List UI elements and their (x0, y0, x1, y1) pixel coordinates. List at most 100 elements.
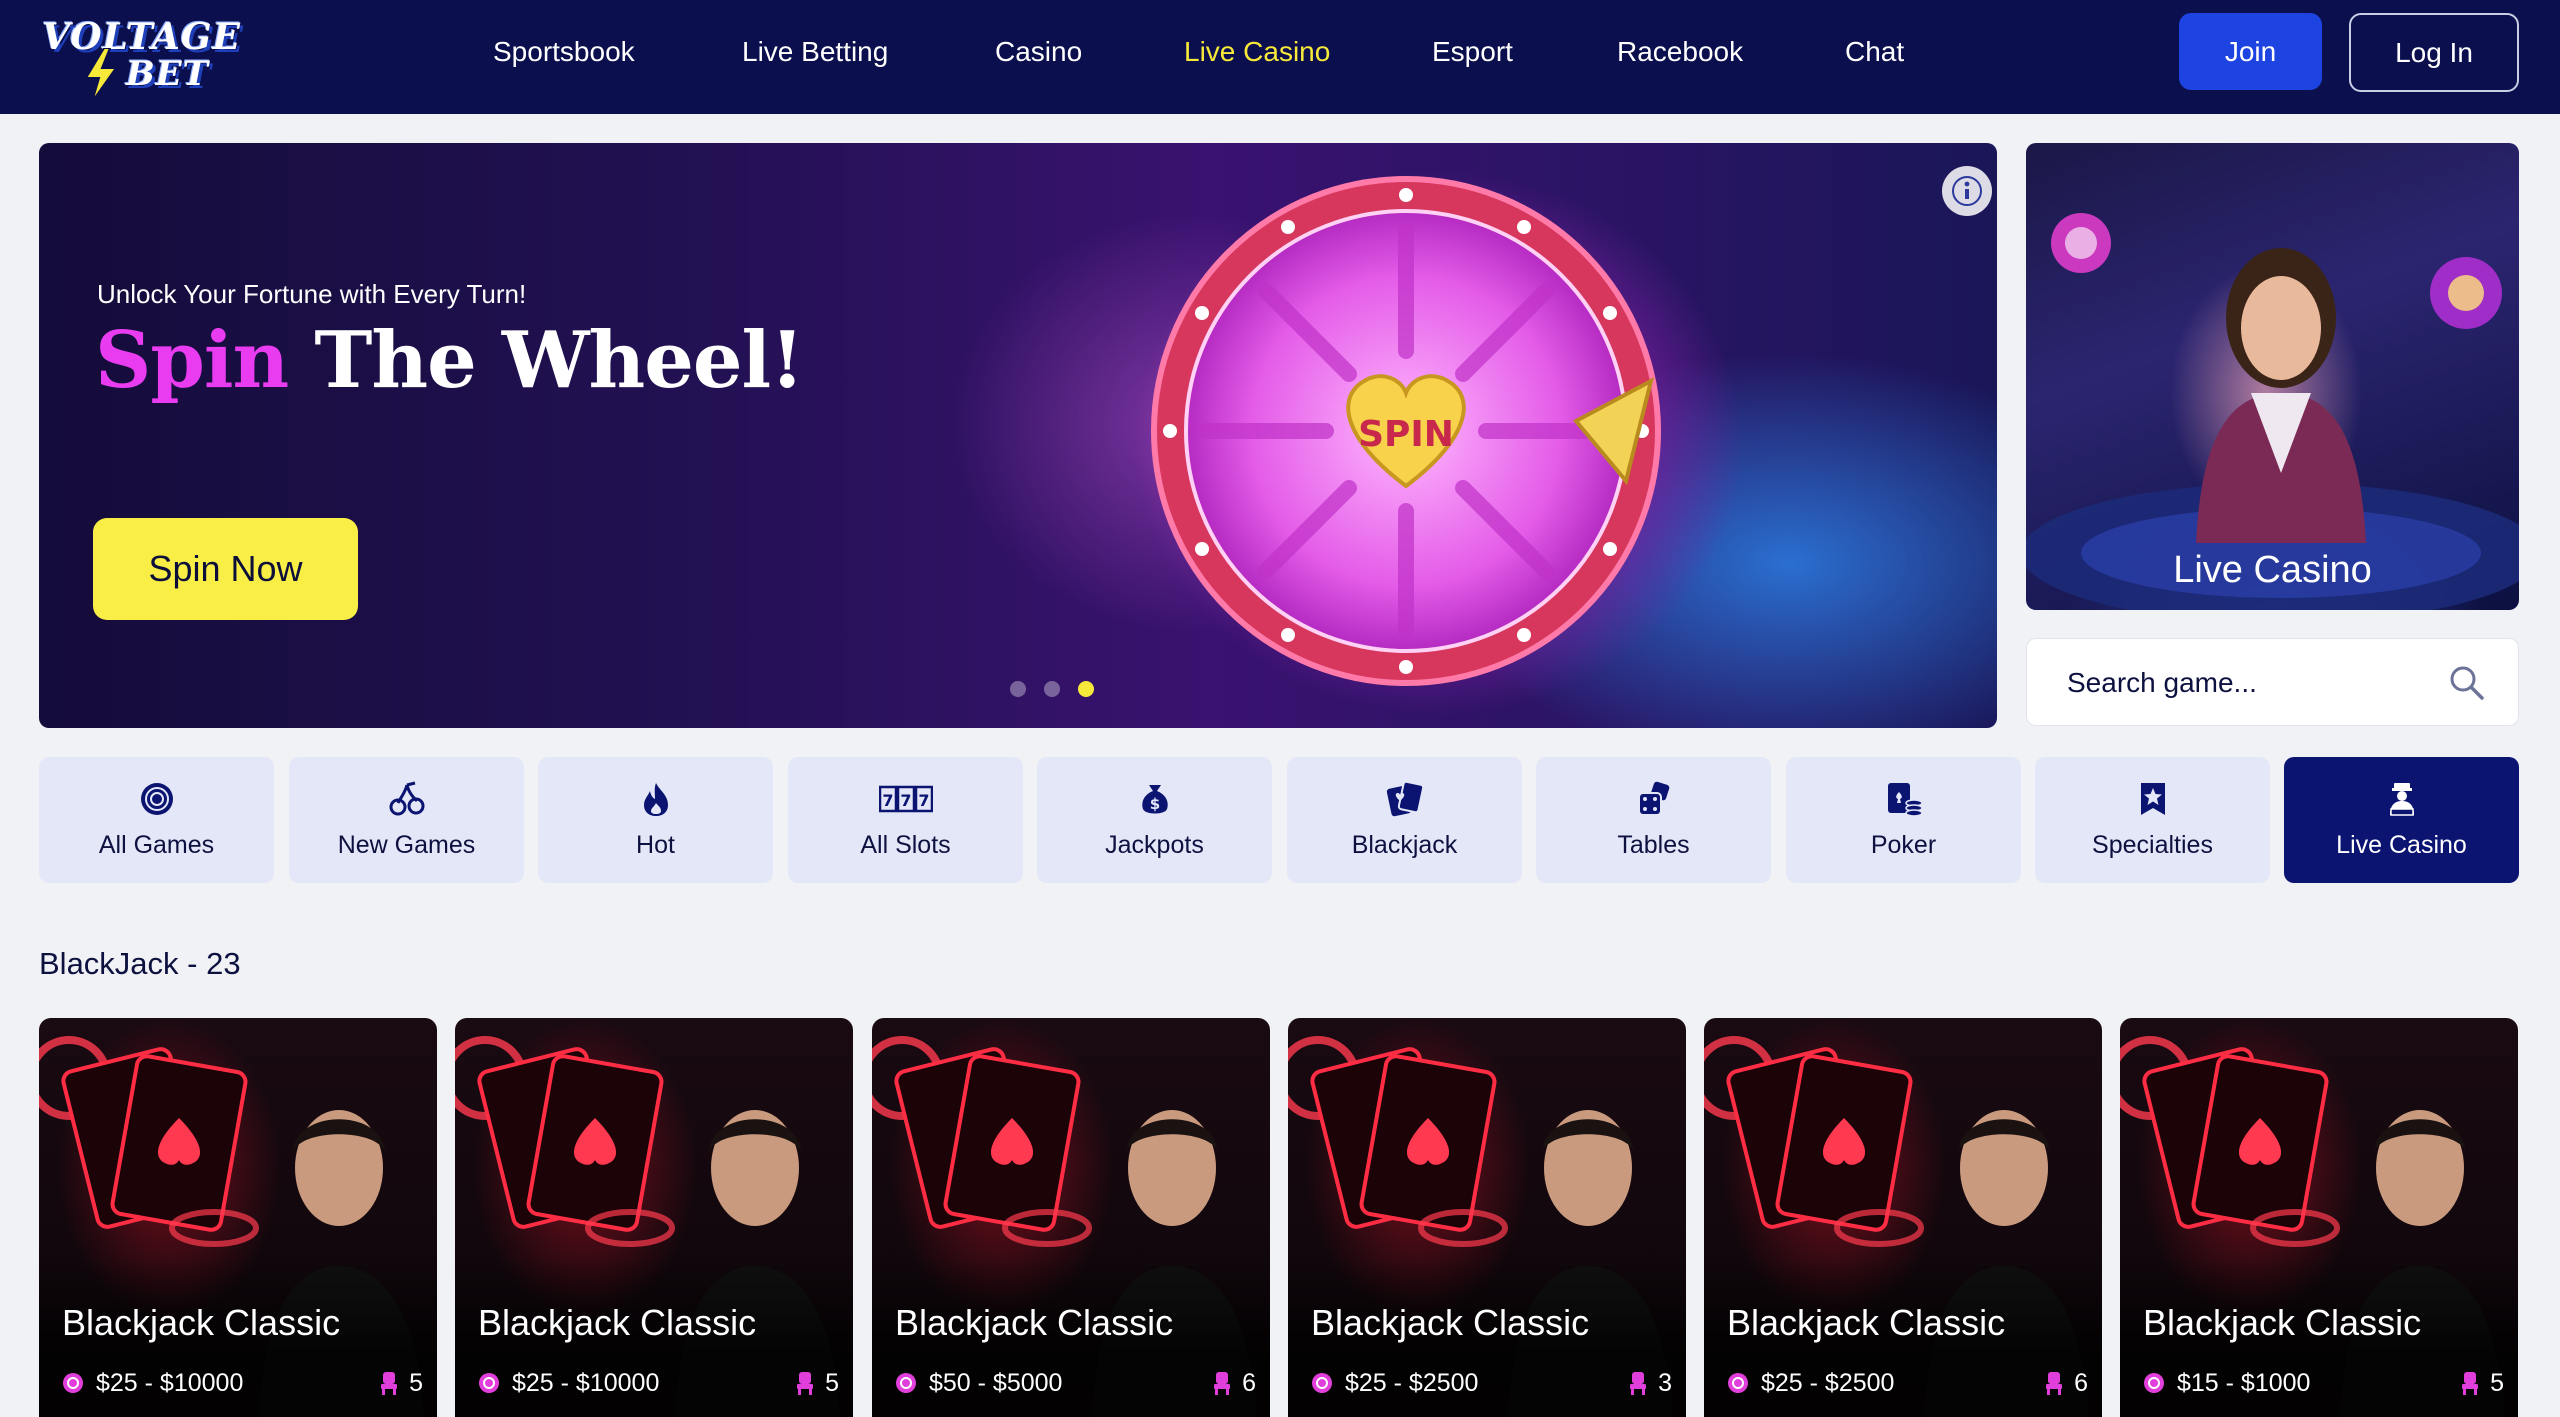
info-icon (1952, 176, 1982, 206)
nav-live-betting[interactable]: Live Betting (742, 36, 888, 68)
game-card[interactable]: Blackjack Classic $25 - $10000 5 (455, 1018, 853, 1417)
category-poker[interactable]: Poker (1786, 757, 2021, 883)
game-title: Blackjack Classic (1727, 1302, 2006, 1343)
category-specialties[interactable]: Specialties (2035, 757, 2270, 883)
category-tables[interactable]: Tables (1536, 757, 1771, 883)
cards-icon (1386, 780, 1424, 817)
bet-range-text: $25 - $10000 (96, 1368, 244, 1397)
voltagebet-logo[interactable]: VOLTAGE BET (38, 10, 240, 102)
seats-count: 5 (825, 1368, 839, 1397)
category-blackjack[interactable]: Blackjack (1287, 757, 1522, 883)
seats-available: 5 (795, 1368, 839, 1398)
seats-count: 5 (2490, 1368, 2504, 1397)
category-label: Jackpots (1105, 831, 1204, 859)
nav-casino[interactable]: Casino (995, 36, 1082, 68)
game-card[interactable]: Blackjack Classic $15 - $1000 5 (2120, 1018, 2518, 1417)
seats-count: 5 (409, 1368, 423, 1397)
spin-now-button[interactable]: Spin Now (93, 518, 358, 620)
nav-chat[interactable]: Chat (1845, 36, 1904, 68)
money-bag-icon: $ (1141, 785, 1168, 814)
join-button[interactable]: Join (2179, 13, 2322, 90)
game-title: Blackjack Classic (478, 1302, 757, 1343)
nav-sportsbook[interactable]: Sportsbook (493, 36, 635, 68)
bet-range-text: $25 - $2500 (1761, 1368, 1895, 1397)
game-title: Blackjack Classic (62, 1302, 341, 1343)
dice-icon (1637, 781, 1669, 816)
svg-text:SPIN: SPIN (1358, 414, 1454, 455)
chip-icon (479, 1373, 499, 1393)
seats-available: 3 (1628, 1368, 1672, 1398)
nav-live-casino[interactable]: Live Casino (1184, 36, 1330, 68)
prize-wheel-image: SPIN (1151, 176, 1661, 686)
game-title: Blackjack Classic (895, 1302, 1174, 1343)
bet-range: $15 - $1000 (2143, 1368, 2310, 1398)
svg-text:7: 7 (900, 791, 911, 810)
chip-icon (2144, 1373, 2164, 1393)
carousel-dot-1[interactable] (1010, 681, 1026, 697)
category-label: All Slots (860, 831, 951, 859)
seat-icon (2462, 1372, 2479, 1395)
star-badge-icon (2140, 783, 2165, 815)
seats-count: 6 (1242, 1368, 1256, 1397)
category-all-games[interactable]: All Games (39, 757, 274, 883)
seats-available: 6 (1212, 1368, 1256, 1398)
hero-title-rest: The Wheel! (314, 315, 804, 406)
nav-esport[interactable]: Esport (1432, 36, 1513, 68)
hero-tagline: Unlock Your Fortune with Every Turn! (97, 279, 527, 309)
seats-available: 5 (2460, 1368, 2504, 1398)
carousel-dot-2[interactable] (1044, 681, 1060, 697)
seat-icon (2046, 1372, 2063, 1395)
game-card[interactable]: Blackjack Classic $25 - $10000 5 (39, 1018, 437, 1417)
category-label: Tables (1617, 831, 1690, 859)
search-input[interactable] (2067, 661, 2427, 705)
game-card[interactable]: Blackjack Classic $25 - $2500 3 (1288, 1018, 1686, 1417)
seats-available: 5 (379, 1368, 423, 1398)
logo-line2: BET (126, 54, 209, 94)
search-icon[interactable] (2447, 663, 2487, 703)
live-casino-promo[interactable]: Live Casino (2026, 143, 2519, 610)
seats-count: 6 (2074, 1368, 2088, 1397)
category-label: Blackjack (1351, 831, 1458, 859)
chip-icon (63, 1373, 83, 1393)
category-label: Specialties (2092, 831, 2213, 859)
category-all-slots[interactable]: 7 7 7 All Slots (788, 757, 1023, 883)
info-button[interactable] (1942, 166, 1992, 216)
bet-range-text: $25 - $10000 (512, 1368, 660, 1397)
slot-777-icon: 7 7 7 (878, 785, 933, 813)
bet-range: $50 - $5000 (895, 1368, 1062, 1398)
svg-text:7: 7 (882, 791, 893, 810)
bet-range: $25 - $2500 (1311, 1368, 1478, 1398)
category-new-games[interactable]: New Games (289, 757, 524, 883)
category-label: New Games (337, 831, 476, 859)
svg-text:7: 7 (918, 791, 929, 810)
promo-label: Live Casino (2173, 549, 2372, 591)
seat-icon (1214, 1372, 1231, 1395)
chip-icon (896, 1373, 916, 1393)
section-title: BlackJack - 23 (39, 946, 241, 981)
game-card[interactable]: Blackjack Classic $50 - $5000 6 (872, 1018, 1270, 1417)
dealer-icon (2389, 783, 2414, 816)
bet-range: $25 - $10000 (62, 1368, 243, 1398)
game-card[interactable]: Blackjack Classic $25 - $2500 6 (1704, 1018, 2102, 1417)
seats-count: 3 (1658, 1368, 1672, 1397)
category-jackpots[interactable]: $ Jackpots (1037, 757, 1272, 883)
carousel-dot-3[interactable] (1078, 681, 1094, 697)
seat-icon (797, 1372, 814, 1395)
poker-chips-icon (1887, 783, 1923, 817)
category-live-casino[interactable]: Live Casino (2284, 757, 2519, 883)
nav-racebook[interactable]: Racebook (1617, 36, 1743, 68)
hero-title-highlight: Spin (95, 315, 289, 406)
game-title: Blackjack Classic (1311, 1302, 1590, 1343)
svg-text:$: $ (1149, 795, 1159, 813)
cherries-icon (389, 781, 424, 816)
login-button[interactable]: Log In (2349, 13, 2519, 92)
hero-title: Spin The Wheel! (95, 315, 804, 406)
seat-icon (381, 1372, 398, 1395)
logo-line1: VOLTAGE (42, 16, 241, 58)
chip-icon (1728, 1373, 1748, 1393)
top-header: VOLTAGE BET Sportsbook Live Betting Casi… (0, 0, 2560, 114)
category-hot[interactable]: Hot (538, 757, 773, 883)
hero-banner[interactable]: SPIN Unlock Your Fortune with Every Turn… (39, 143, 1997, 728)
seat-icon (1630, 1372, 1647, 1395)
search-box (2026, 638, 2519, 726)
